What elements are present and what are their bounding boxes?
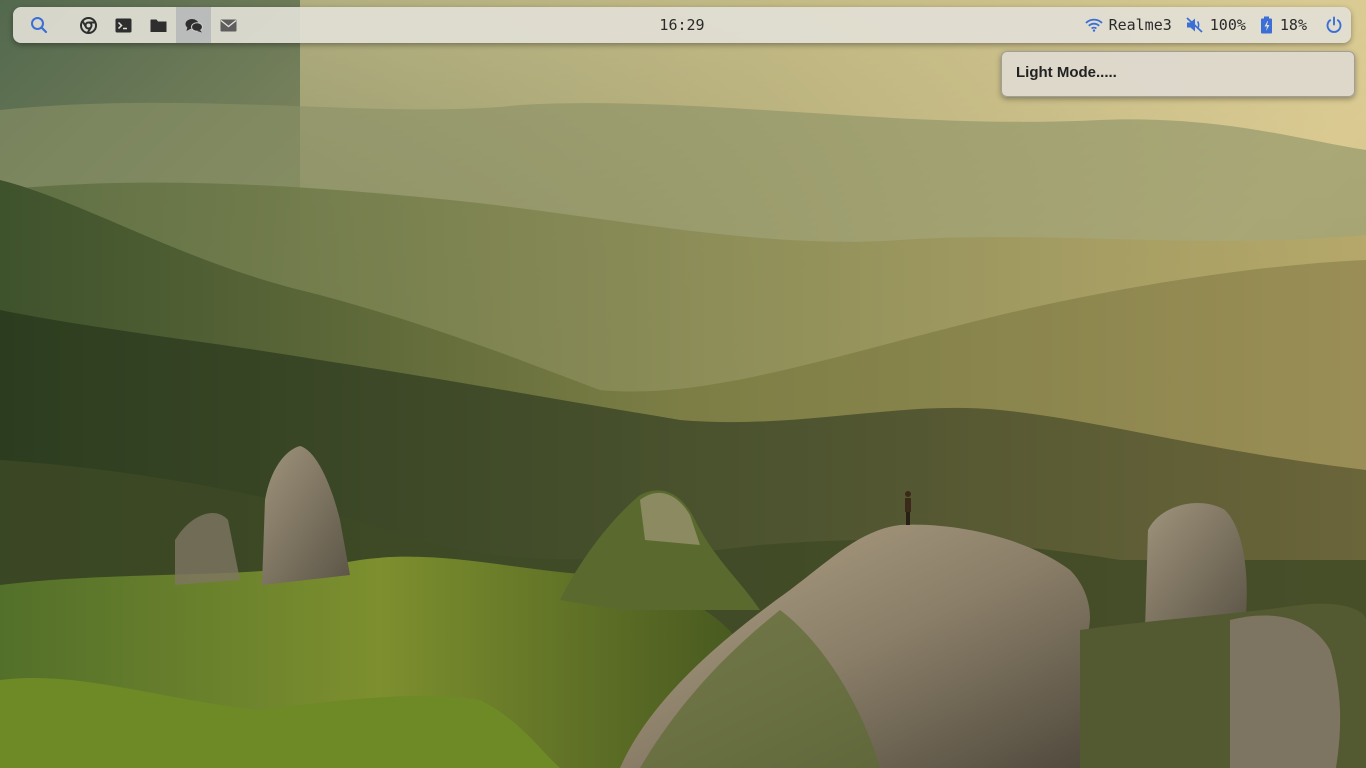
power-icon (1326, 16, 1342, 33)
battery-indicator[interactable]: 18% (1260, 16, 1307, 34)
volume-muted-icon (1186, 17, 1203, 33)
popup-message: Light Mode..... (1016, 64, 1117, 81)
terminal-icon (115, 18, 132, 32)
wifi-icon (1084, 18, 1103, 32)
notification-popup[interactable]: Light Mode..... (1001, 51, 1355, 97)
files-button[interactable] (141, 7, 176, 43)
mail-button[interactable] (211, 7, 246, 43)
chrome-button[interactable] (71, 7, 106, 43)
chat-icon (185, 18, 203, 32)
launcher-group (13, 7, 246, 43)
power-button[interactable] (1325, 16, 1343, 34)
wallpaper-image (0, 0, 1366, 768)
volume-level: 100% (1209, 16, 1246, 34)
terminal-button[interactable] (106, 7, 141, 43)
clock[interactable]: 16:29 (659, 16, 704, 34)
wifi-indicator[interactable]: Realme3 (1084, 16, 1172, 34)
battery-charging-icon (1260, 16, 1272, 34)
chrome-icon (80, 16, 97, 34)
desktop: 16:29 Realme3 100% 18% Light Mode..... (0, 0, 1366, 768)
wifi-ssid: Realme3 (1108, 16, 1172, 34)
top-panel: 16:29 Realme3 100% 18% (13, 7, 1351, 43)
battery-level: 18% (1279, 16, 1307, 34)
chat-button[interactable] (176, 7, 211, 43)
volume-indicator[interactable]: 100% (1186, 16, 1246, 34)
mail-icon (220, 19, 237, 31)
search-icon (30, 17, 47, 34)
folder-icon (150, 19, 167, 32)
status-area: Realme3 100% 18% (1071, 7, 1343, 43)
search-button[interactable] (21, 7, 56, 43)
